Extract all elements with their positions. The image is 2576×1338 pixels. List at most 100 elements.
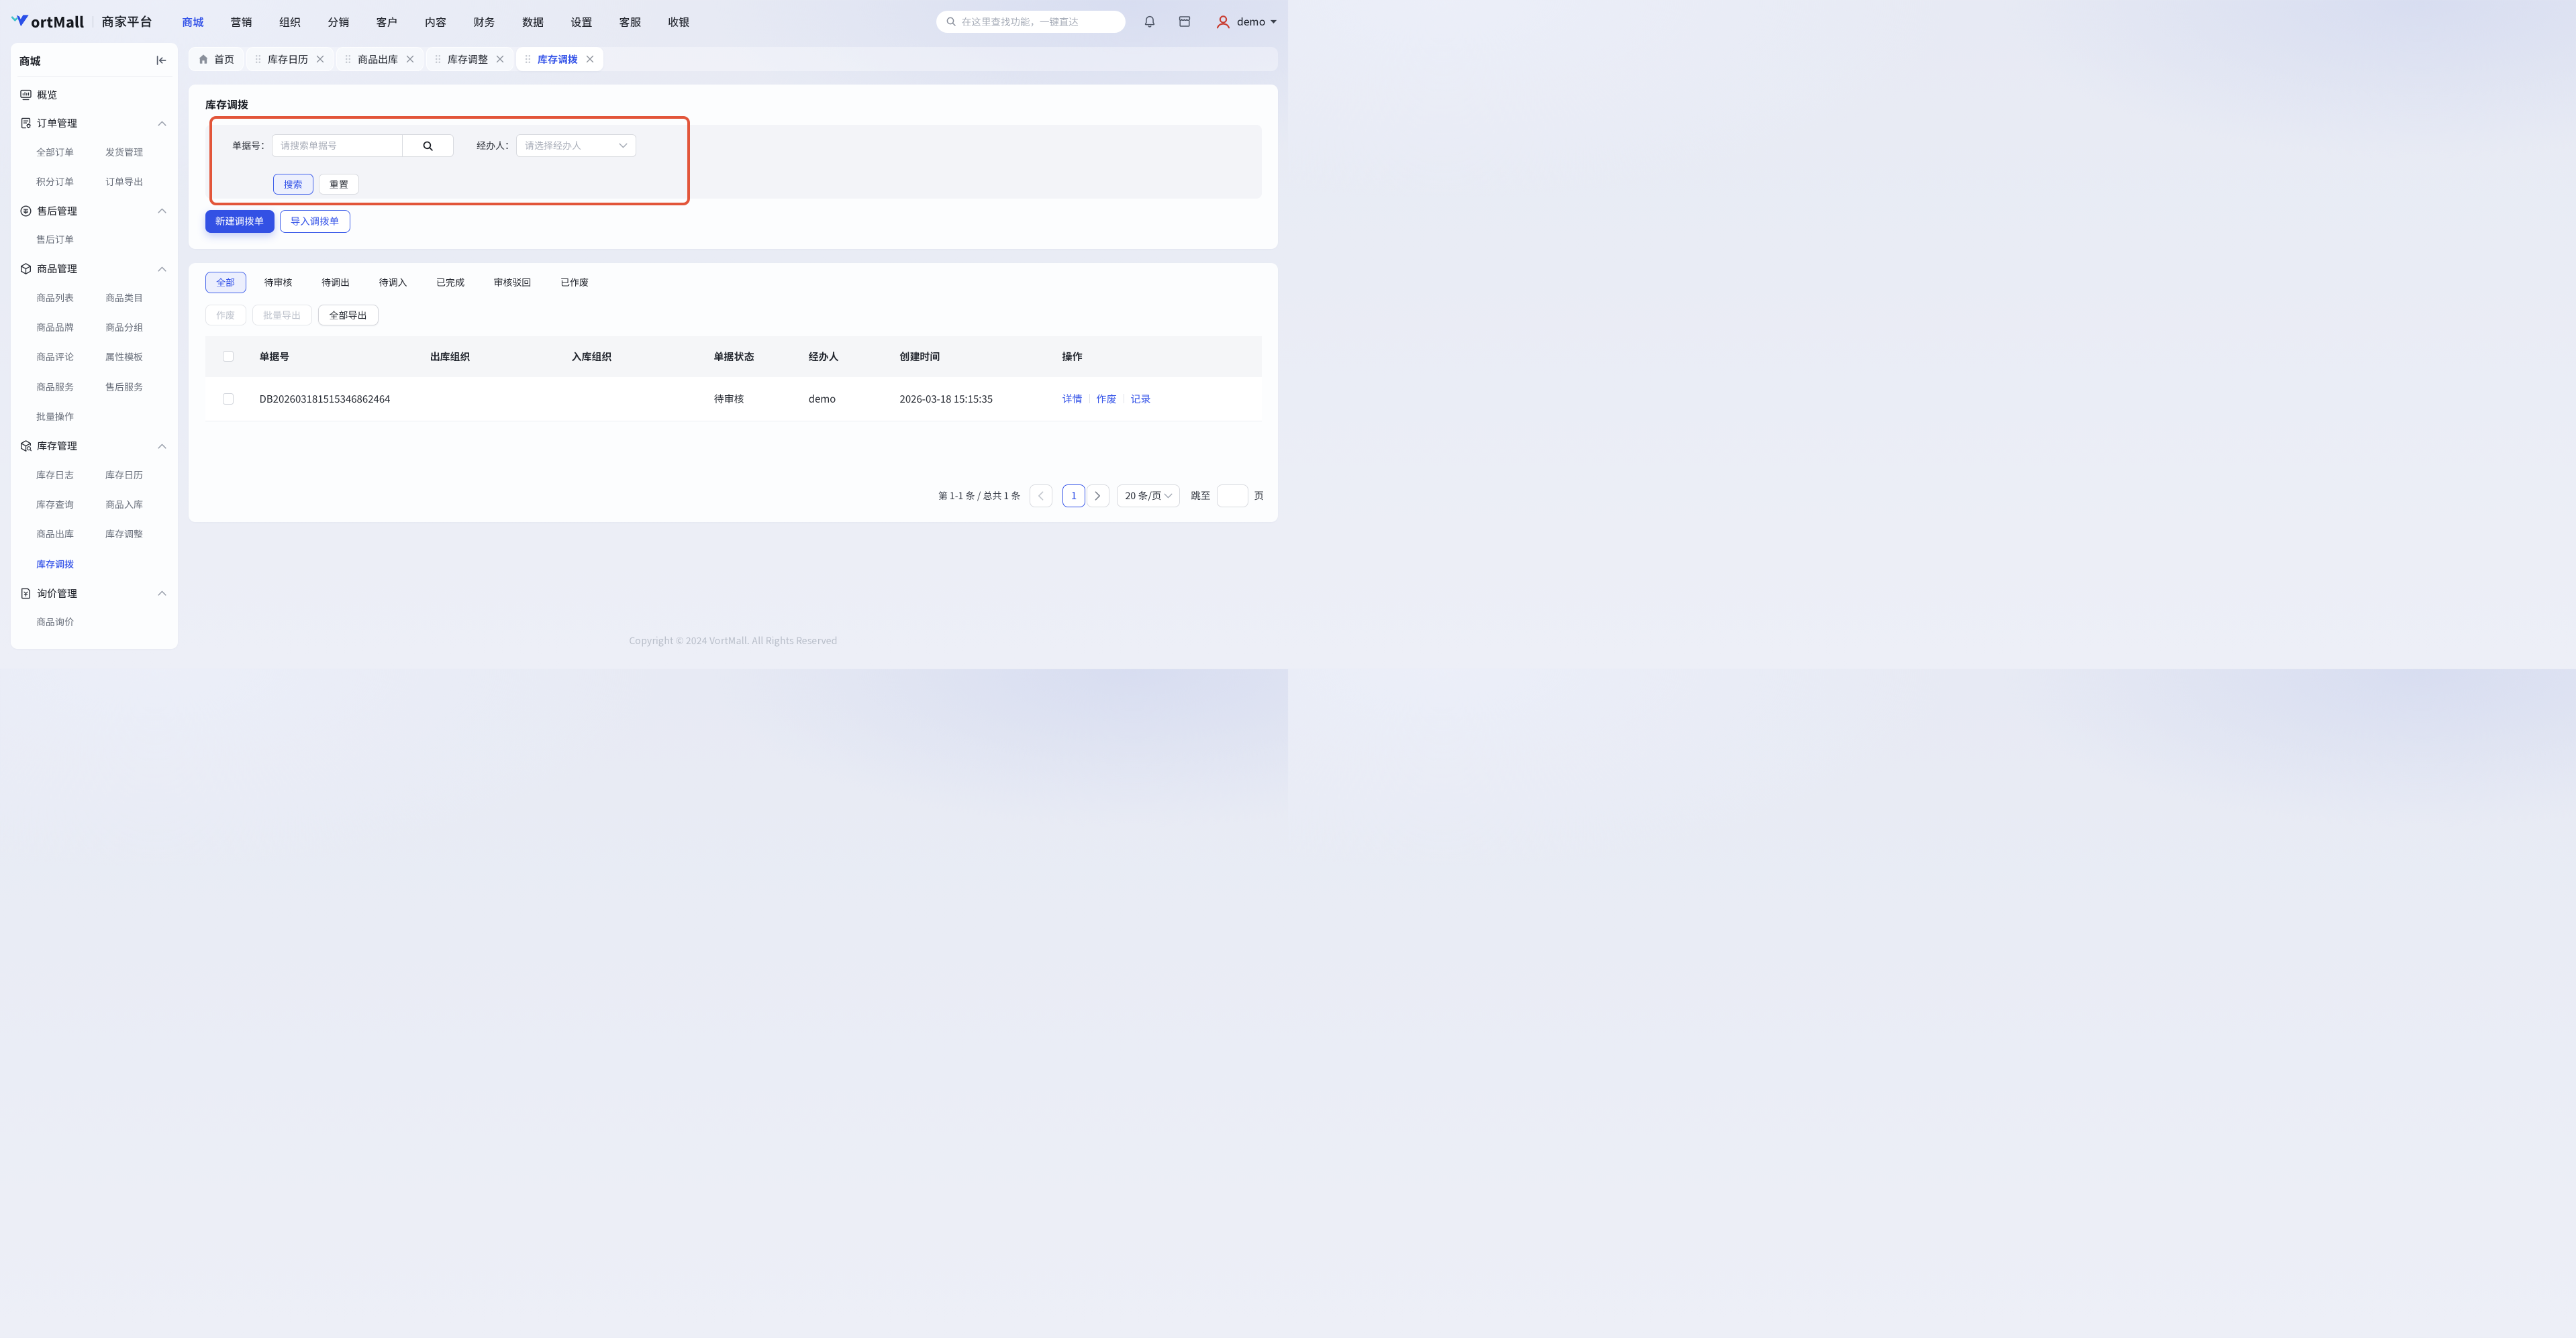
sidebar-section-2[interactable]: 售后管理 bbox=[11, 197, 178, 225]
nav-item-6[interactable]: 财务 bbox=[473, 13, 495, 30]
sidebar-item-售后服务[interactable]: 售后服务 bbox=[105, 372, 178, 402]
nav-item-4[interactable]: 客户 bbox=[377, 13, 398, 30]
sidebar-item-发货管理[interactable]: 发货管理 bbox=[105, 138, 178, 167]
export-all-button[interactable]: 全部导出 bbox=[318, 305, 379, 325]
user-menu[interactable]: demo bbox=[1216, 14, 1277, 30]
nav-item-3[interactable]: 分销 bbox=[328, 13, 349, 30]
sidebar-item-商品服务[interactable]: 商品服务 bbox=[36, 372, 105, 402]
column-header: 单据号 bbox=[260, 350, 430, 364]
sidebar-item-库存日历[interactable]: 库存日历 bbox=[105, 460, 178, 490]
record-link[interactable]: 记录 bbox=[1131, 392, 1151, 406]
sidebar-item-售后订单[interactable]: 售后订单 bbox=[36, 225, 105, 254]
status-tab-3[interactable]: 待调入 bbox=[379, 276, 407, 289]
sidebar-item-库存调整[interactable]: 库存调整 bbox=[105, 519, 178, 549]
jump-to-input[interactable] bbox=[1217, 484, 1248, 508]
close-tab-icon[interactable] bbox=[316, 55, 324, 63]
nav-item-9[interactable]: 客服 bbox=[620, 13, 641, 30]
shop-button[interactable] bbox=[1178, 15, 1191, 28]
workspace-tab-3[interactable]: 库存调整 bbox=[426, 47, 513, 71]
nav-item-10[interactable]: 收银 bbox=[668, 13, 689, 30]
close-tab-icon[interactable] bbox=[586, 55, 594, 63]
filter-card: 库存调拨 单据号： 经办人： 请选择经办人 搜索 重置 新建调拨单 导入调拨单 bbox=[189, 85, 1278, 249]
status-tab-5[interactable]: 审核驳回 bbox=[494, 276, 532, 289]
doc-no-input[interactable] bbox=[272, 134, 402, 157]
collapse-sidebar-icon[interactable] bbox=[156, 56, 166, 65]
status-tab-6[interactable]: 已作废 bbox=[560, 276, 589, 289]
nav-item-2[interactable]: 组织 bbox=[279, 13, 301, 30]
batch-export-button[interactable]: 批量导出 bbox=[252, 305, 312, 325]
sidebar-item-商品入库[interactable]: 商品入库 bbox=[105, 490, 178, 519]
row-actions: 详情作废记录 bbox=[1062, 392, 1262, 406]
nav-item-5[interactable]: 内容 bbox=[425, 13, 446, 30]
sidebar-item-全部订单[interactable]: 全部订单 bbox=[36, 138, 105, 167]
global-search[interactable] bbox=[936, 11, 1126, 33]
sidebar-section-3[interactable]: 商品管理 bbox=[11, 255, 178, 283]
reset-button[interactable]: 重置 bbox=[319, 174, 359, 195]
tab-label: 库存调拨 bbox=[538, 52, 578, 66]
drag-handle-icon[interactable] bbox=[525, 54, 531, 64]
sidebar-section-label: 商品管理 bbox=[37, 262, 158, 276]
nav-item-0[interactable]: 商城 bbox=[182, 13, 203, 30]
sidebar-item-商品评论[interactable]: 商品评论 bbox=[36, 342, 105, 372]
sidebar-item-商品询价[interactable]: 商品询价 bbox=[36, 607, 105, 637]
sidebar-section-label: 库存管理 bbox=[37, 439, 158, 453]
sidebar-item-商品出库[interactable]: 商品出库 bbox=[36, 519, 105, 549]
status-tab-1[interactable]: 待审核 bbox=[264, 276, 293, 289]
create-transfer-button[interactable]: 新建调拨单 bbox=[205, 210, 275, 234]
search-button[interactable]: 搜索 bbox=[273, 174, 313, 195]
sidebar-item-批量操作[interactable]: 批量操作 bbox=[36, 402, 105, 431]
created-cell: 2026-03-18 15:15:35 bbox=[900, 392, 1062, 406]
sidebar-item-积分订单[interactable]: 积分订单 bbox=[36, 167, 105, 197]
agent-select[interactable]: 请选择经办人 bbox=[516, 134, 636, 157]
sidebar-item-库存查询[interactable]: 库存查询 bbox=[36, 490, 105, 519]
sidebar-section-4[interactable]: 库存管理 bbox=[11, 432, 178, 460]
detail-link[interactable]: 详情 bbox=[1062, 392, 1083, 406]
row-checkbox[interactable] bbox=[223, 393, 234, 405]
status-tab-4[interactable]: 已完成 bbox=[436, 276, 464, 289]
product-icon bbox=[19, 262, 32, 275]
sidebar-item-库存调拨[interactable]: 库存调拨 bbox=[36, 550, 105, 579]
prev-page-button[interactable] bbox=[1030, 484, 1052, 508]
status-tab-2[interactable]: 待调出 bbox=[321, 276, 350, 289]
void-button[interactable]: 作废 bbox=[205, 305, 246, 325]
navbar-right: demo bbox=[936, 0, 1277, 43]
select-all-checkbox[interactable] bbox=[223, 351, 234, 362]
sidebar-section-5[interactable]: 询价管理 bbox=[11, 579, 178, 607]
sidebar-section-1[interactable]: 订单管理 bbox=[11, 109, 178, 138]
drag-handle-icon[interactable] bbox=[255, 54, 261, 64]
sidebar-item-商品分组[interactable]: 商品分组 bbox=[105, 313, 178, 342]
chevron-down-icon bbox=[1270, 19, 1277, 24]
nav-item-1[interactable]: 营销 bbox=[230, 13, 252, 30]
sidebar-item-订单导出[interactable]: 订单导出 bbox=[105, 167, 178, 197]
next-page-button[interactable] bbox=[1087, 484, 1109, 508]
notifications-button[interactable] bbox=[1143, 15, 1156, 28]
sidebar-item-库存日志[interactable]: 库存日志 bbox=[36, 460, 105, 490]
select-chevron-icon bbox=[619, 143, 628, 148]
close-tab-icon[interactable] bbox=[406, 55, 414, 63]
void-link[interactable]: 作废 bbox=[1097, 392, 1117, 406]
sidebar-section-0[interactable]: 概览 bbox=[11, 81, 178, 109]
workspace-tab-2[interactable]: 商品出库 bbox=[336, 47, 424, 71]
chevron-up-icon bbox=[158, 590, 166, 596]
page-size-select[interactable]: 20 条/页 bbox=[1117, 484, 1180, 508]
sidebar-item-商品品牌[interactable]: 商品品牌 bbox=[36, 313, 105, 342]
sidebar-children: 商品询价 bbox=[11, 607, 178, 637]
workspace-tab-1[interactable]: 库存日历 bbox=[246, 47, 334, 71]
sidebar-item-商品列表[interactable]: 商品列表 bbox=[36, 283, 105, 313]
sidebar-children: 库存日志库存日历库存查询商品入库商品出库库存调整库存调拨 bbox=[11, 460, 178, 580]
workspace-tab-4[interactable]: 库存调拨 bbox=[516, 47, 603, 71]
storefront-icon bbox=[1178, 15, 1191, 28]
drag-handle-icon[interactable] bbox=[435, 54, 441, 64]
close-tab-icon[interactable] bbox=[496, 55, 504, 63]
page-1-button[interactable]: 1 bbox=[1062, 484, 1085, 508]
doc-no-search-button[interactable] bbox=[402, 134, 454, 157]
nav-item-7[interactable]: 数据 bbox=[522, 13, 544, 30]
nav-item-8[interactable]: 设置 bbox=[571, 13, 592, 30]
sidebar-item-属性模板[interactable]: 属性模板 bbox=[105, 342, 178, 372]
global-search-input[interactable] bbox=[962, 15, 1116, 29]
status-tab-0[interactable]: 全部 bbox=[205, 272, 246, 293]
workspace-tab-0[interactable]: 首页 bbox=[189, 47, 244, 71]
sidebar-item-商品类目[interactable]: 商品类目 bbox=[105, 283, 178, 313]
import-transfer-button[interactable]: 导入调拨单 bbox=[280, 210, 350, 234]
drag-handle-icon[interactable] bbox=[345, 54, 351, 64]
